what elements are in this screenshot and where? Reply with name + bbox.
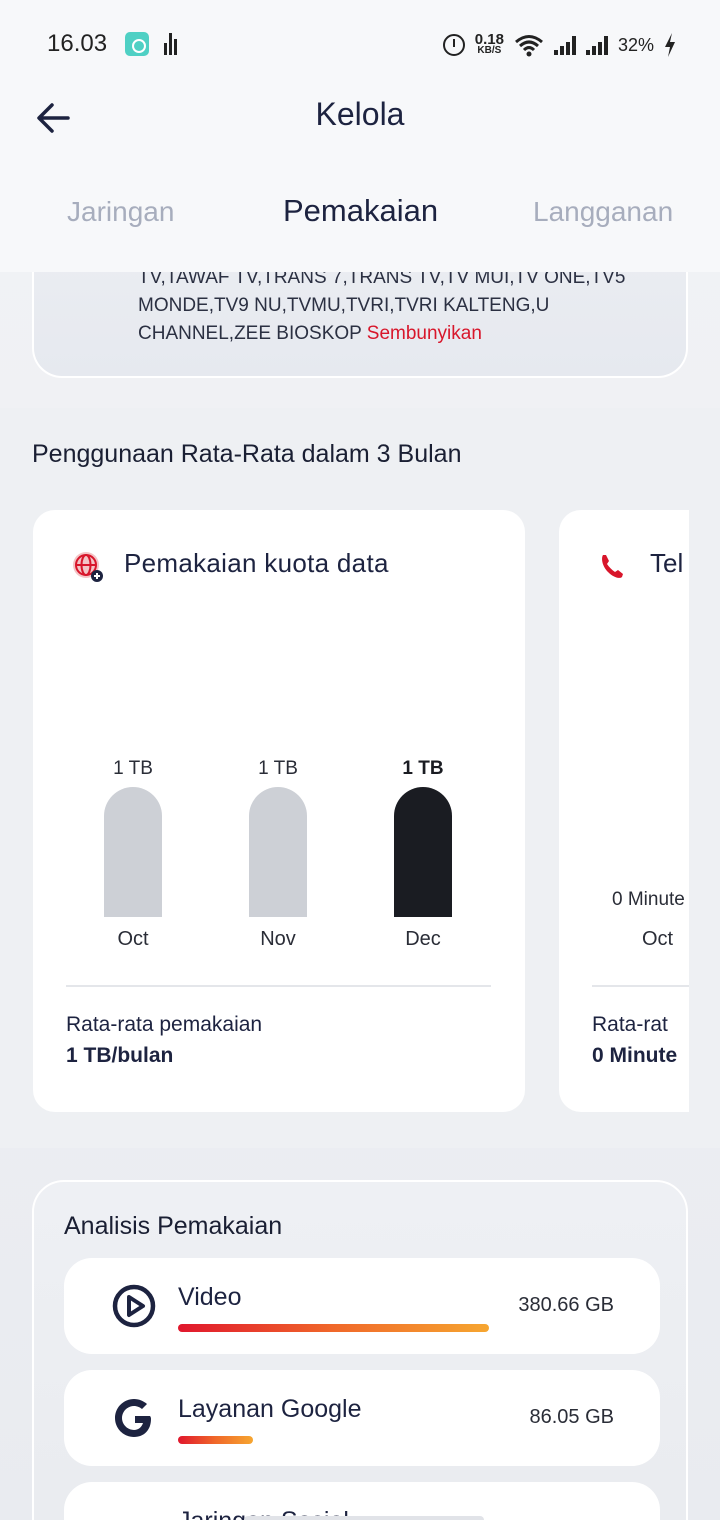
list-item[interactable]: Jaringan Sosial [64,1482,660,1520]
app-header: Kelola Jaringan Pemakaian Langganan [0,88,720,272]
channels-list-text: TV,TAWAF TV,TRANS 7,TRANS TV,TV MUI,TV O… [138,264,648,348]
active-tab-indicator [343,238,371,252]
equalizer-icon [164,33,180,55]
call-usage-card[interactable]: Tel 0 Minute Oct Rata-rat 0 Minute [559,510,689,1112]
bar-oct [104,787,162,917]
video-play-icon [112,1284,156,1328]
tab-langganan[interactable]: Langganan [533,196,673,228]
month-label: Oct [642,928,674,950]
phone-icon [602,555,623,578]
social-icon [110,1506,158,1520]
net-speed-value: 0.18 [474,31,504,48]
bar-value-label: 1 TB [258,758,298,779]
month-label: Nov [260,928,296,950]
usage-bar [178,1436,253,1444]
average-value: 1 TB/bulan [66,1044,174,1067]
section-title: Penggunaan Rata-Rata dalam 3 Bulan [32,440,462,468]
analysis-title: Analisis Pemakaian [64,1212,283,1240]
usage-bar-track [244,1516,484,1520]
data-card-title: Pemakaian kuota data [124,548,389,578]
wifi-icon [515,35,543,57]
usage-bar [178,1324,489,1332]
average-value: 0 Minute [592,1044,678,1067]
app-name: Video [178,1283,242,1311]
globe-data-icon [73,552,103,582]
net-speed-unit: KB/S [477,45,502,56]
charging-bolt-icon [665,33,675,57]
month-label: Oct [117,928,149,950]
status-time: 16.03 [47,30,108,57]
signal-2-icon [585,35,608,55]
page-title: Kelola [315,96,405,132]
hide-channels-link[interactable]: Sembunyikan [367,323,482,344]
bar-value-label: 0 Minute [612,889,685,910]
google-icon [115,1399,151,1437]
status-right-group: 0.18 KB/S 32% [442,30,676,60]
bar-value-label: 1 TB [402,758,444,779]
net-speed: 0.18 KB/S [474,31,504,56]
bar-value-label: 1 TB [113,758,153,779]
alarm-icon [442,34,465,56]
signal-1-icon [553,35,576,55]
list-item[interactable]: Layanan Google 86.05 GB [64,1370,660,1466]
tab-pemakaian[interactable]: Pemakaian [283,193,438,229]
app-name: Layanan Google [178,1395,362,1423]
divider [66,985,491,987]
average-label: Rata-rat [592,1013,668,1036]
notification-app-icon [125,32,149,56]
list-item[interactable]: Video 380.66 GB [64,1258,660,1354]
usage-value: 86.05 GB [529,1406,614,1428]
divider [592,985,689,987]
average-label: Rata-rata pemakaian [66,1013,263,1036]
status-bar: 16.03 0.18 KB/S 32% [0,0,720,88]
usage-analysis-card: Analisis Pemakaian Video 380.66 GB Layan… [32,1180,688,1520]
bar-dec [394,787,452,917]
battery-level: 32% [617,34,654,55]
month-label: Dec [405,928,441,950]
call-card-title: Tel [650,548,684,578]
bar-nov [249,787,307,917]
usage-value: 380.66 GB [518,1294,614,1316]
tab-jaringan[interactable]: Jaringan [67,196,174,228]
data-usage-card[interactable]: Pemakaian kuota data 1 TB Oct 1 TB Nov 1… [33,510,525,1112]
app-screen: 16.03 0.18 KB/S 32% Kelola Jaringan Pema… [0,0,720,1520]
